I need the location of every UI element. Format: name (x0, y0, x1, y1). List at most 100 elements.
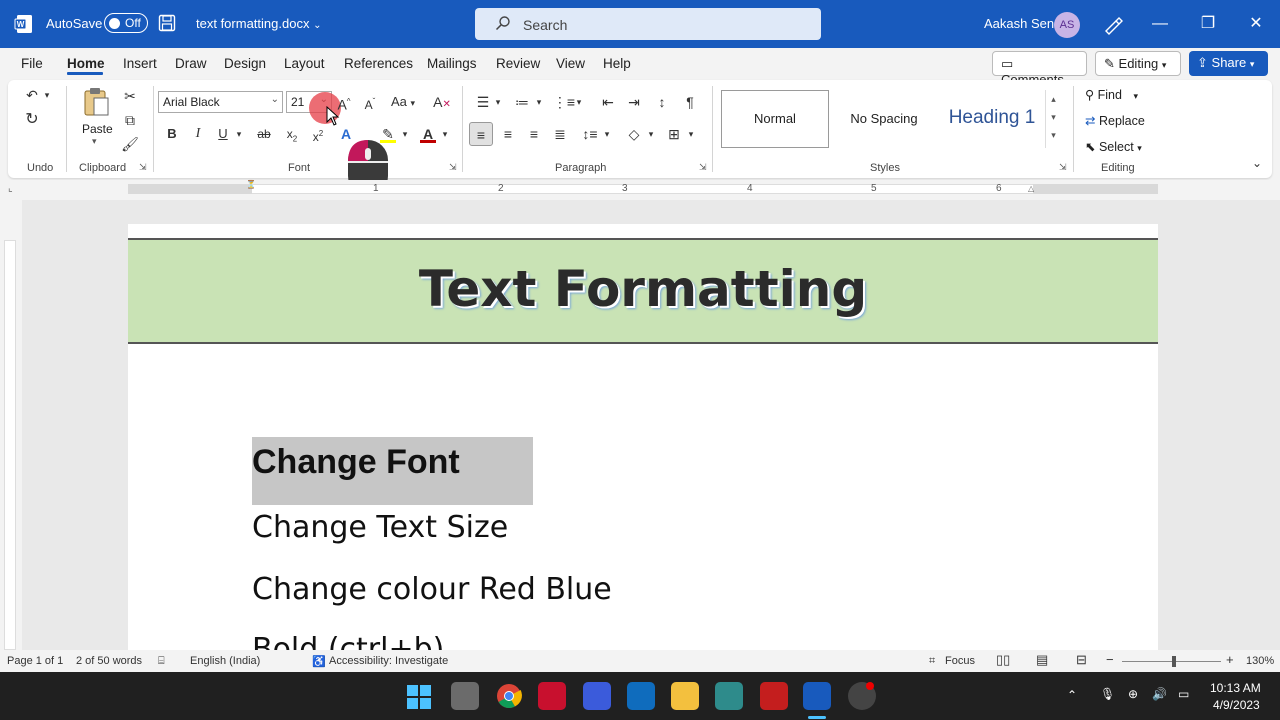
chevron-down-icon[interactable]: ▾ (232, 122, 246, 146)
increase-indent-icon[interactable]: ⇥ (622, 90, 646, 114)
minimize-button[interactable]: — (1145, 12, 1175, 36)
close-button[interactable]: ✕ (1241, 12, 1271, 36)
numbering-icon[interactable]: ≔ (510, 90, 534, 114)
file-explorer-icon[interactable] (671, 682, 699, 710)
align-left-icon[interactable]: ≡ (469, 122, 493, 146)
maximize-button[interactable]: ❐ (1193, 12, 1223, 36)
dialog-launcher-icon[interactable]: ⇲ (699, 162, 707, 173)
print-layout-icon[interactable]: ▤ (1036, 652, 1048, 668)
read-mode-icon[interactable]: ▯▯ (996, 652, 1010, 668)
line-spacing-icon[interactable]: ↕≡ (578, 122, 602, 146)
dialog-launcher-icon[interactable]: ⇲ (139, 162, 147, 173)
banner-title[interactable]: Text Formatting (128, 260, 1158, 318)
designer-pen-icon[interactable] (1102, 13, 1124, 40)
language[interactable]: English (India) (190, 655, 260, 667)
word-taskbar-icon[interactable] (803, 682, 831, 710)
collapse-ribbon-icon[interactable]: ⌄ (1252, 156, 1262, 170)
tab-selector-icon[interactable]: ⌞ (8, 183, 13, 194)
chevron-down-icon[interactable]: ▾ (572, 90, 586, 114)
align-center-icon[interactable]: ≡ (496, 122, 520, 146)
tab-design[interactable]: Design (224, 56, 266, 71)
comments-button[interactable]: ▭ Comments (992, 51, 1087, 87)
store-icon[interactable] (627, 682, 655, 710)
avatar[interactable]: AS (1054, 12, 1080, 38)
clock-date[interactable]: 4/9/2023 (1213, 698, 1260, 712)
strikethrough-button[interactable]: ab (252, 122, 276, 146)
volume-icon[interactable]: 🔊 (1152, 687, 1167, 701)
clear-formatting-icon[interactable]: A✕ (430, 90, 454, 114)
indent-marker[interactable]: ⏳ (246, 180, 256, 189)
accessibility-status[interactable]: Accessibility: Investigate (329, 655, 448, 667)
format-painter-icon[interactable]: 🖌 (118, 132, 142, 156)
clock-time[interactable]: 10:13 AM (1210, 681, 1261, 695)
tab-insert[interactable]: Insert (123, 56, 157, 71)
dialog-launcher-icon[interactable]: ⇲ (449, 162, 457, 173)
chevron-down-icon[interactable]: ▾ (644, 122, 658, 146)
chrome-icon[interactable] (496, 683, 522, 714)
chevron-down-icon[interactable]: ▾ (600, 122, 614, 146)
tab-help[interactable]: Help (603, 56, 631, 71)
mcafee-icon[interactable] (538, 682, 566, 710)
sort-icon[interactable]: ↕ (650, 90, 674, 114)
zoom-in-button[interactable]: + (1226, 652, 1234, 667)
tab-layout[interactable]: Layout (284, 56, 325, 71)
tab-references[interactable]: References (344, 56, 413, 71)
language-icon[interactable]: ⊕ (1128, 687, 1138, 701)
web-layout-icon[interactable]: ⊟ (1076, 652, 1087, 668)
tab-draw[interactable]: Draw (175, 56, 207, 71)
replace-button[interactable]: ⇄ Replace (1085, 113, 1145, 128)
focus-button[interactable]: Focus (945, 655, 975, 667)
chevron-down-icon[interactable]: ▾ (532, 90, 546, 114)
chevron-down-icon[interactable]: ▾ (40, 83, 54, 107)
autosave-toggle[interactable]: Off (104, 13, 148, 33)
page-count[interactable]: Page 1 of 1 (7, 655, 63, 667)
show-formatting-icon[interactable]: ¶ (678, 90, 702, 114)
borders-icon[interactable]: ⊞ (662, 122, 686, 146)
microphone-icon[interactable]: 🎙 (1100, 687, 1115, 701)
shading-icon[interactable]: ◇ (622, 122, 646, 146)
select-button[interactable]: ⬉ Select ▾ (1085, 139, 1142, 154)
proofing-icon[interactable]: ⌸ (158, 655, 165, 668)
zoom-slider-thumb[interactable] (1172, 656, 1176, 667)
zoom-level[interactable]: 130% (1246, 655, 1274, 667)
superscript-button[interactable]: x2 (306, 122, 330, 146)
search-input[interactable]: Search (475, 8, 821, 40)
user-name[interactable]: Aakash Sen (984, 16, 1054, 31)
chevron-down-icon[interactable]: ▾ (684, 122, 698, 146)
chevron-down-icon[interactable]: ▾ (491, 90, 505, 114)
doc-line-colour[interactable]: Change colour Red Blue (252, 572, 612, 607)
grow-font-icon[interactable]: A^ (332, 90, 356, 114)
decrease-indent-icon[interactable]: ⇤ (596, 90, 620, 114)
paste-label[interactable]: Paste (82, 122, 113, 136)
doc-line-change-font[interactable]: Change Font (252, 443, 460, 482)
dialog-launcher-icon[interactable]: ⇲ (1059, 162, 1067, 173)
tab-view[interactable]: View (556, 56, 585, 71)
save-icon[interactable] (158, 14, 176, 37)
doc-line-bold[interactable]: Bold (ctrl+b) (252, 632, 444, 650)
share-button[interactable]: ⇪ Share ▾ (1189, 51, 1268, 76)
tab-review[interactable]: Review (496, 56, 540, 71)
subscript-button[interactable]: x2 (280, 122, 304, 146)
justify-icon[interactable]: ≣ (548, 122, 572, 146)
chevron-down-icon[interactable]: ▾ (92, 136, 97, 147)
editing-mode-button[interactable]: ✎ Editing ▾ (1095, 51, 1181, 76)
italic-button[interactable]: I (186, 122, 210, 146)
tab-file[interactable]: File (21, 56, 43, 71)
title-banner[interactable]: Text Formatting (128, 238, 1158, 344)
doc-line-text-size[interactable]: Change Text Size (252, 510, 508, 545)
copy-icon[interactable]: ⧉ (118, 108, 142, 132)
task-view-icon[interactable] (451, 682, 479, 710)
redo-icon[interactable]: ↻ (20, 108, 44, 132)
chevron-down-icon[interactable]: ▾ (438, 122, 452, 146)
find-button[interactable]: ⚲ Find ▾ (1085, 87, 1138, 102)
shrink-font-icon[interactable]: Aˇ (358, 90, 382, 114)
font-name-dropdown[interactable]: Arial Black ⌄ (158, 91, 283, 113)
document-title[interactable]: text formatting.docx ⌄ (196, 16, 321, 31)
style-normal[interactable]: Normal (721, 90, 829, 148)
acrobat-icon[interactable] (760, 682, 788, 710)
chevron-down-icon[interactable]: ▾ (398, 122, 412, 146)
tab-home[interactable]: Home (67, 56, 105, 71)
styles-scroll[interactable]: ▴ ▾ ▾ (1045, 90, 1061, 148)
align-right-icon[interactable]: ≡ (522, 122, 546, 146)
tray-chevron-icon[interactable]: ⌃ (1067, 688, 1077, 702)
